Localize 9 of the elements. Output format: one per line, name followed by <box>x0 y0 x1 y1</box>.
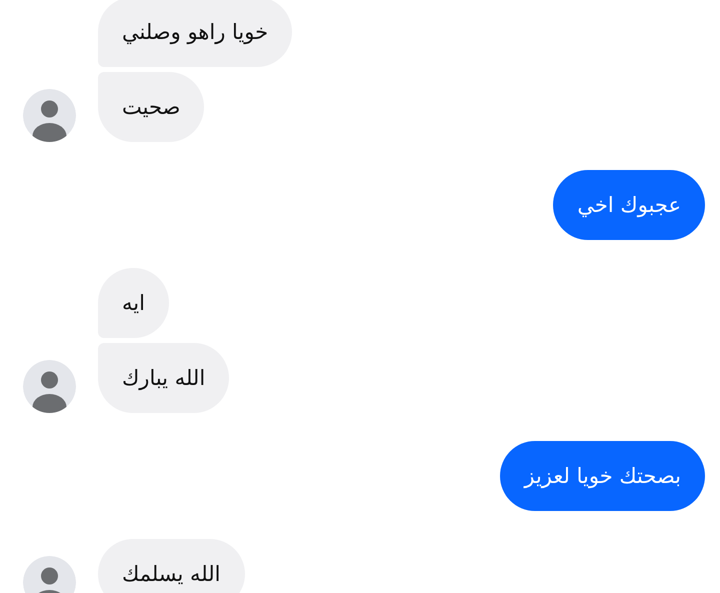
message-bubble: عجبوك اخي <box>553 170 705 240</box>
message-bubble: الله يبارك <box>98 343 230 413</box>
message-bubble: بصحتك خويا لعزيز <box>500 441 705 511</box>
message-bubble: الله يسلمك <box>98 539 244 593</box>
avatar-icon <box>23 360 76 413</box>
avatar-icon <box>23 89 76 142</box>
message-bubble: صحيت <box>98 72 204 142</box>
message-bubble: خويا راهو وصلني <box>98 0 292 67</box>
message-bubble: ايه <box>98 268 169 338</box>
